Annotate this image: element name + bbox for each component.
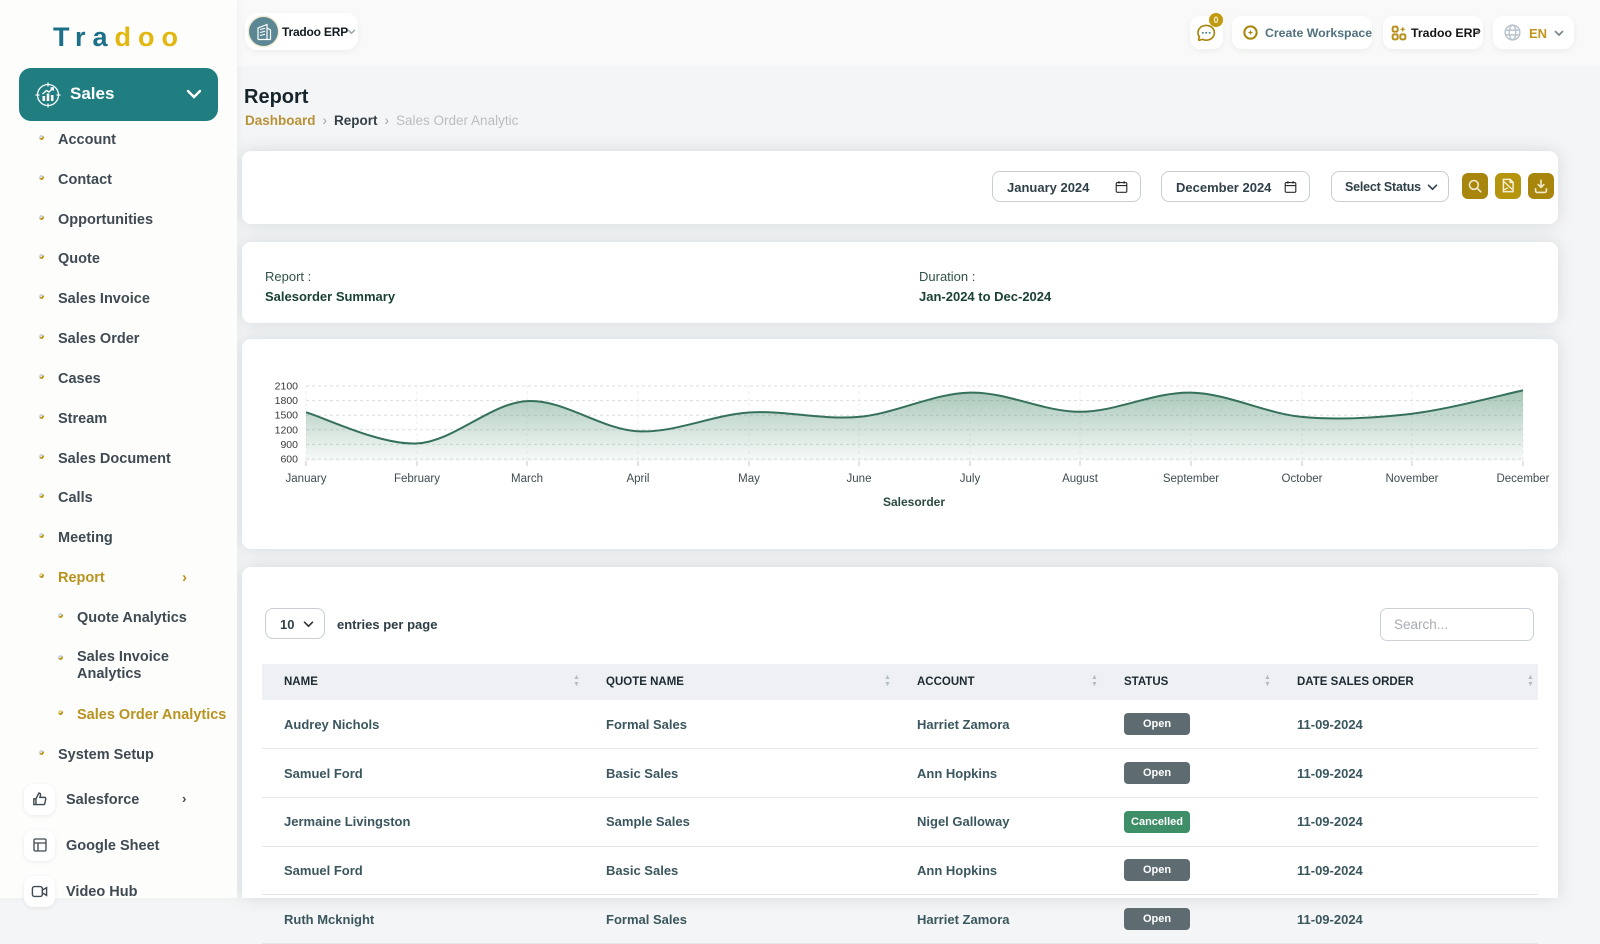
svg-text:Salesorder: Salesorder (883, 495, 945, 509)
svg-text:900: 900 (280, 439, 298, 451)
svg-text:1500: 1500 (275, 410, 299, 422)
svg-text:July: July (960, 473, 981, 485)
svg-text:June: June (847, 473, 872, 485)
svg-text:September: September (1163, 473, 1219, 485)
svg-text:May: May (738, 473, 760, 485)
svg-text:1800: 1800 (275, 395, 299, 407)
svg-text:2100: 2100 (275, 381, 299, 393)
svg-text:March: March (511, 473, 543, 485)
svg-text:600: 600 (280, 454, 298, 466)
svg-text:August: August (1062, 473, 1099, 485)
svg-text:December: December (1496, 473, 1549, 485)
svg-text:1200: 1200 (275, 424, 299, 436)
svg-text:April: April (626, 473, 649, 485)
svg-text:February: February (394, 473, 440, 485)
svg-text:November: November (1385, 473, 1438, 485)
svg-text:January: January (286, 473, 327, 485)
svg-text:October: October (1282, 473, 1323, 485)
